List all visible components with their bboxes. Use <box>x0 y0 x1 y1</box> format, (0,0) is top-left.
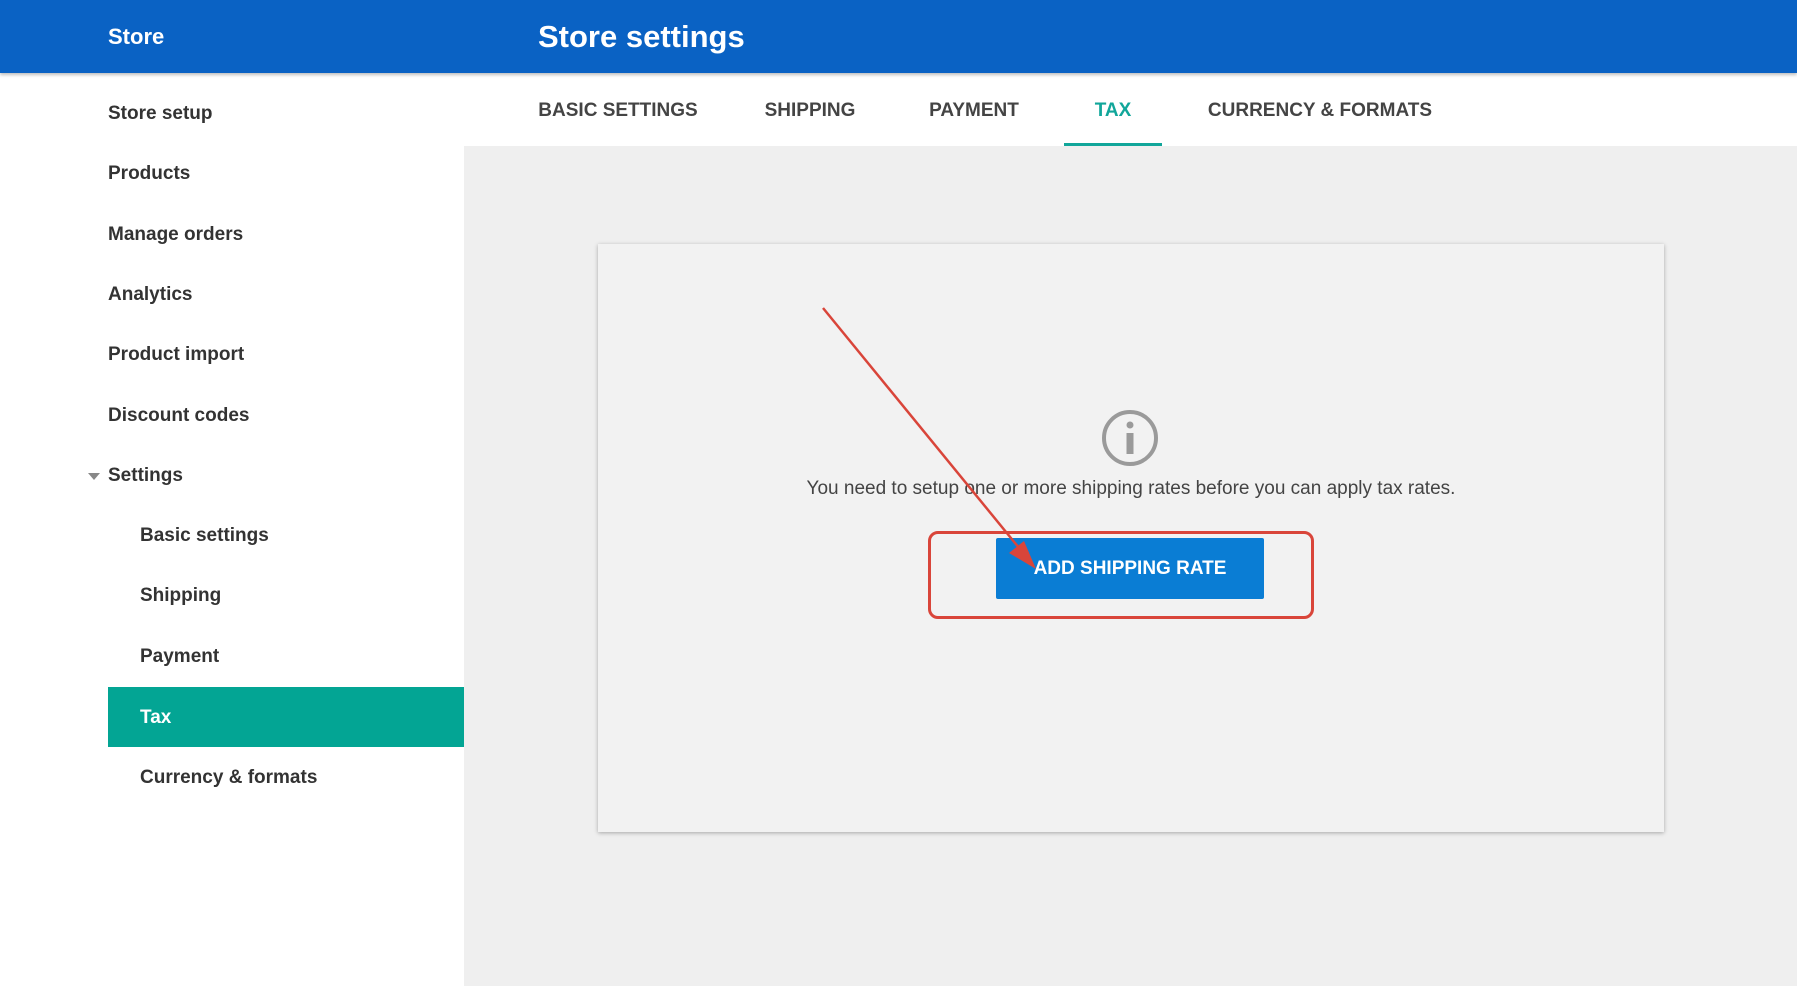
tab-shipping[interactable]: SHIPPING <box>760 73 860 146</box>
tab-basic-settings[interactable]: BASIC SETTINGS <box>538 73 698 146</box>
sidebar-item-label: Settings <box>108 465 183 486</box>
sidebar-item-store-setup[interactable]: Store setup <box>108 83 464 143</box>
sidebar-item-shipping[interactable]: Shipping <box>108 565 464 625</box>
sidebar-item-label: Store setup <box>108 103 213 124</box>
sidebar-item-currency-formats[interactable]: Currency & formats <box>108 747 464 807</box>
tab-tax[interactable]: TAX <box>1064 73 1162 146</box>
settings-tabs: BASIC SETTINGS SHIPPING PAYMENT TAX CURR… <box>464 73 1797 146</box>
tab-label: PAYMENT <box>929 100 1019 121</box>
sidebar-item-manage-orders[interactable]: Manage orders <box>108 204 464 264</box>
top-app-bar: Store Store settings <box>0 0 1797 73</box>
tab-payment[interactable]: PAYMENT <box>924 73 1024 146</box>
sidebar-item-label: Product import <box>108 344 245 365</box>
sidebar-item-settings[interactable]: Settings <box>88 445 464 505</box>
tab-label: TAX <box>1094 100 1132 121</box>
sidebar-item-discount-codes[interactable]: Discount codes <box>108 385 464 445</box>
empty-state-message: You need to setup one or more shipping r… <box>806 478 1456 499</box>
tab-label: CURRENCY & FORMATS <box>1207 100 1433 121</box>
sidebar: Store setup Products Manage orders Analy… <box>0 73 464 986</box>
main-content: You need to setup one or more shipping r… <box>464 146 1797 986</box>
sidebar-item-label: Currency & formats <box>140 767 318 788</box>
tab-currency-formats[interactable]: CURRENCY & FORMATS <box>1200 73 1440 146</box>
sidebar-item-analytics[interactable]: Analytics <box>108 264 464 324</box>
sidebar-item-product-import[interactable]: Product import <box>108 324 464 384</box>
tab-label: SHIPPING <box>764 100 856 121</box>
page-title: Store settings <box>538 19 745 54</box>
store-title[interactable]: Store <box>108 24 164 50</box>
sidebar-item-label: Tax <box>140 707 172 728</box>
sidebar-item-label: Discount codes <box>108 405 250 426</box>
sidebar-item-tax[interactable]: Tax <box>108 687 464 747</box>
sidebar-item-label: Analytics <box>108 284 193 305</box>
add-shipping-rate-button[interactable]: ADD SHIPPING RATE <box>996 538 1264 599</box>
sidebar-item-products[interactable]: Products <box>108 143 464 203</box>
tab-label: BASIC SETTINGS <box>538 100 698 121</box>
sidebar-item-label: Shipping <box>140 585 222 606</box>
sidebar-item-basic-settings[interactable]: Basic settings <box>108 505 464 565</box>
caret-down-icon[interactable] <box>88 473 100 480</box>
sidebar-item-label: Basic settings <box>140 525 269 546</box>
info-circle-icon <box>1102 410 1158 466</box>
sidebar-item-label: Manage orders <box>108 224 244 245</box>
sidebar-item-payment[interactable]: Payment <box>108 626 464 686</box>
tax-empty-state-card: You need to setup one or more shipping r… <box>598 244 1664 832</box>
sidebar-item-label: Products <box>108 163 191 184</box>
sidebar-item-label: Payment <box>140 646 220 667</box>
